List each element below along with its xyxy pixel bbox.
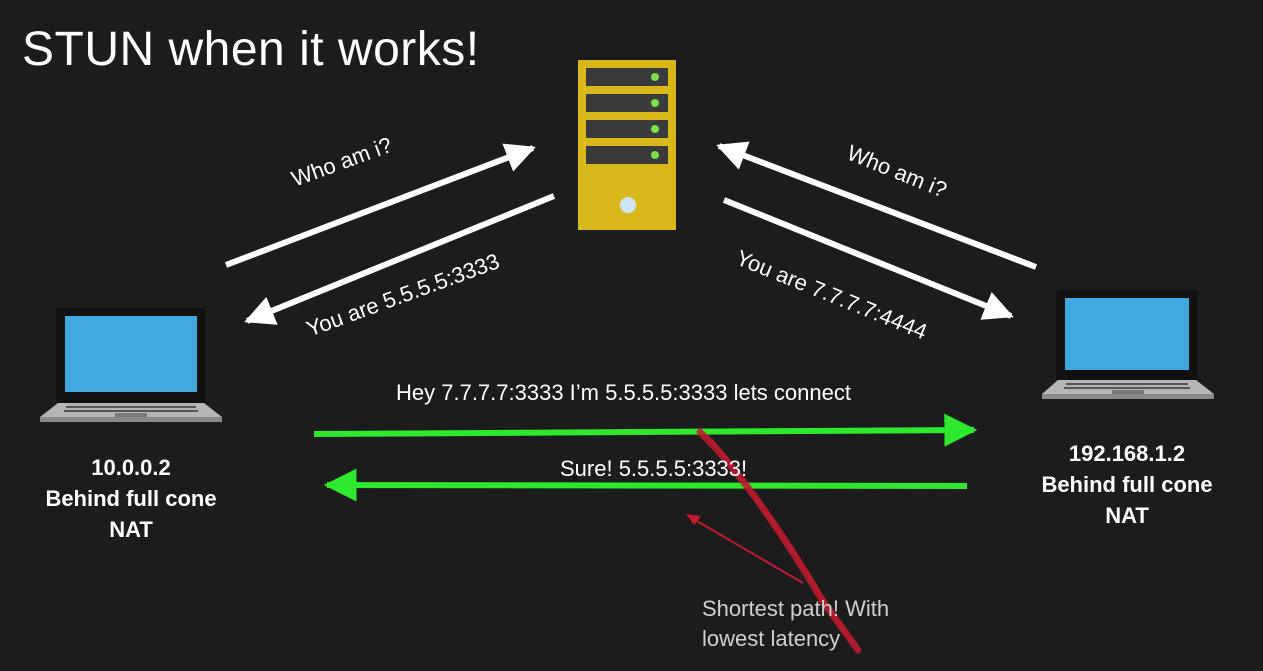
left-request-arrow — [224, 143, 536, 268]
status-led-icon — [651, 151, 659, 159]
server-icon — [578, 60, 676, 230]
right-host-nat-line2: NAT — [1105, 503, 1149, 528]
latency-note-line2: lowest latency — [702, 626, 841, 651]
latency-note-line1: Shortest path! With — [702, 596, 890, 621]
status-led-icon — [651, 73, 659, 81]
peer-request-label: Hey 7.7.7.7:3333 I’m 5.5.5.5:3333 lets c… — [396, 380, 851, 405]
peer-response-label: Sure! 5.5.5.5:3333! — [560, 456, 748, 481]
power-button-icon — [620, 197, 636, 213]
left-host-nat-line2: NAT — [109, 517, 153, 542]
annotation-pointer — [689, 516, 804, 584]
laptop-screen — [1065, 298, 1189, 370]
left-host-ip: 10.0.0.2 — [91, 455, 171, 480]
page-title: STUN when it works! — [22, 23, 480, 76]
peer-response-arrow — [323, 468, 968, 502]
left-host-nat-line1: Behind full cone — [45, 486, 217, 511]
stun-diagram: STUN when it works! Who am i? You are 5.… — [0, 0, 1263, 671]
status-led-icon — [651, 99, 659, 107]
laptop-icon — [1042, 290, 1214, 399]
diagram-canvas — [40, 60, 1214, 654]
laptop-screen — [65, 316, 197, 392]
latency-note: Shortest path! With lowest latency — [702, 594, 889, 654]
right-host-ip: 192.168.1.2 — [1068, 441, 1186, 466]
right-host-nat-line1: Behind full cone — [1041, 472, 1213, 497]
left-host-label: 10.0.0.2 Behind full cone NAT — [1, 452, 261, 545]
peer-request-arrow — [313, 413, 978, 447]
right-host-label: 192.168.1.2 Behind full cone NAT — [997, 438, 1257, 531]
laptop-icon — [40, 308, 222, 422]
status-led-icon — [651, 125, 659, 133]
